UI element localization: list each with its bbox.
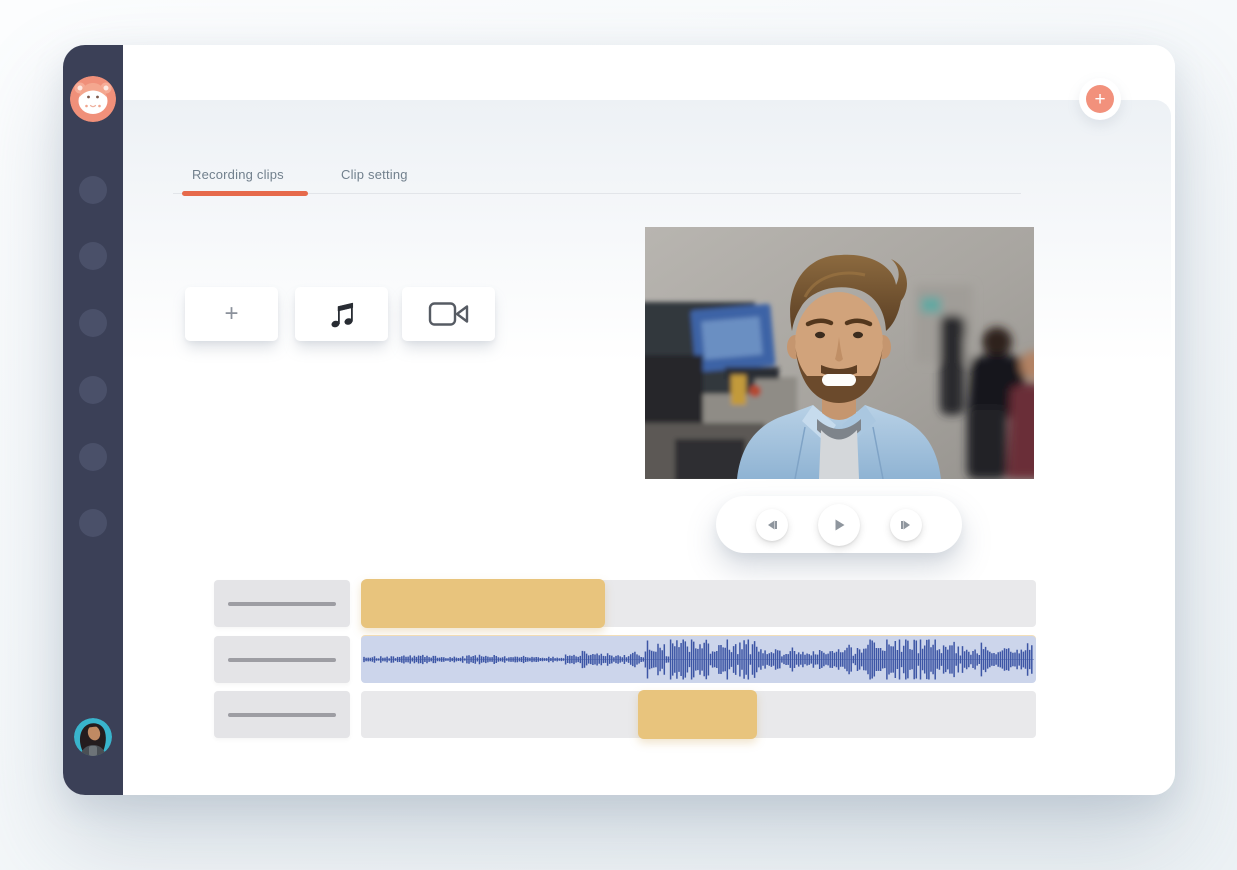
video-camera-icon	[427, 300, 471, 328]
timeline-clip[interactable]	[638, 690, 757, 739]
sidebar	[63, 45, 123, 795]
tab-clip-setting[interactable]: Clip setting	[341, 167, 408, 182]
main-panel: + Recording clips Clip setting +	[123, 45, 1175, 795]
track-label-bar	[228, 602, 336, 606]
sidebar-nav-item[interactable]	[79, 242, 107, 270]
plus-icon: +	[1094, 90, 1105, 109]
active-tab-indicator	[182, 191, 308, 196]
timeline-track-1[interactable]	[361, 580, 1036, 627]
step-backward-icon	[765, 518, 779, 532]
plus-icon: +	[224, 302, 238, 326]
playback-controls	[716, 496, 962, 553]
track-label-2	[214, 636, 350, 683]
timeline-clip[interactable]	[361, 579, 605, 628]
track-label-bar	[228, 713, 336, 717]
add-clip-button[interactable]: +	[185, 287, 278, 341]
step-backward-button[interactable]	[756, 509, 788, 541]
top-header	[123, 45, 1175, 100]
sidebar-nav-item[interactable]	[79, 176, 107, 204]
track-label-3	[214, 691, 350, 738]
play-button[interactable]	[818, 504, 860, 546]
timeline-track-audio[interactable]	[361, 636, 1036, 683]
timeline-track-3[interactable]	[361, 691, 1036, 738]
app-window: + Recording clips Clip setting +	[63, 45, 1175, 795]
step-forward-icon	[899, 518, 913, 532]
add-music-button[interactable]	[295, 287, 388, 341]
avatar-photo	[74, 718, 112, 756]
track-label-bar	[228, 658, 336, 662]
monkey-mascot-icon	[70, 76, 116, 122]
tab-bar: Recording clips Clip setting	[173, 165, 1021, 199]
tab-recording-clips[interactable]: Recording clips	[192, 167, 284, 182]
track-label-1	[214, 580, 350, 627]
music-note-icon	[325, 297, 359, 331]
play-icon	[831, 517, 847, 533]
add-video-button[interactable]	[402, 287, 495, 341]
user-avatar[interactable]	[74, 718, 112, 756]
sidebar-nav-item[interactable]	[79, 309, 107, 337]
sidebar-nav-item[interactable]	[79, 509, 107, 537]
audio-waveform	[361, 636, 1036, 683]
video-frame-image	[645, 227, 1034, 479]
add-button[interactable]: +	[1086, 85, 1114, 113]
video-preview	[645, 227, 1034, 479]
app-logo	[70, 76, 116, 122]
sidebar-nav-item[interactable]	[79, 376, 107, 404]
sidebar-nav-item[interactable]	[79, 443, 107, 471]
step-forward-button[interactable]	[890, 509, 922, 541]
